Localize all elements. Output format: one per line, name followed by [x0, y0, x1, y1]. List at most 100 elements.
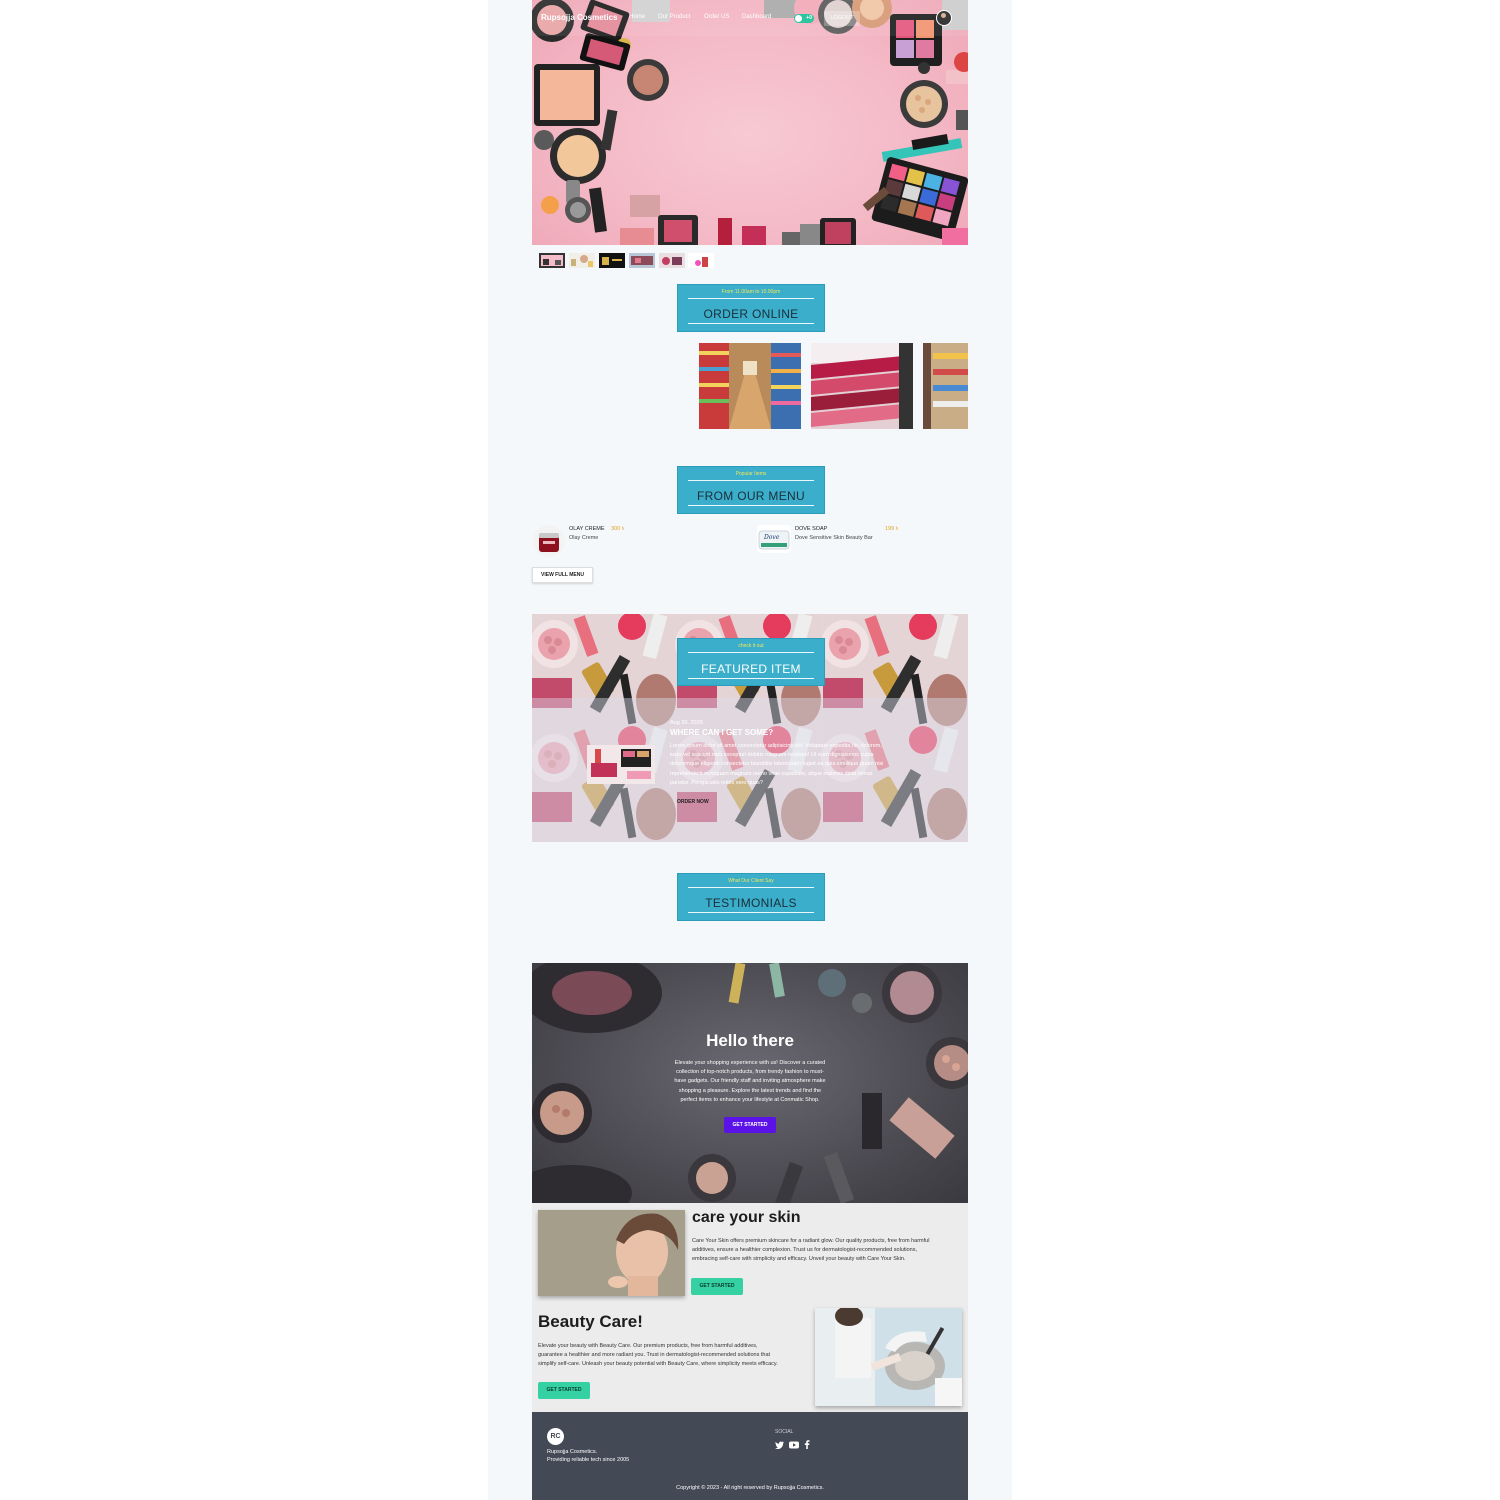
care-image [538, 1210, 685, 1296]
dove-soap-image: Dove [758, 530, 790, 550]
menu-heading: Popular Items FROM OUR MENU [677, 466, 825, 514]
divider [688, 505, 814, 506]
brand-logo-text[interactable]: Rupsojja Cosmetics [541, 13, 617, 22]
order-online-heading: From 11.00am to 10.00pm ORDER ONLINE [677, 284, 825, 332]
featured-date: Aug 20, 2029 [670, 720, 703, 726]
cosmetics-shelf-image [811, 343, 913, 429]
page-content: Rupsojja Cosmetics Home Our Product Orde… [532, 0, 968, 1500]
beauty-get-started-button[interactable]: GET STARTED [538, 1382, 590, 1399]
thumb-image [631, 256, 653, 265]
shop-image-2 [811, 343, 913, 429]
care-body-line: additives, ensure a healthier complexion… [692, 1247, 918, 1254]
care-body-line: Care Your Skin offers premium skincare f… [692, 1238, 930, 1244]
featured-body-line: reprehenderit numquam magnam nemo vitae … [670, 770, 873, 777]
hello-body-line: have gadgets. Our friendly staff and inv… [674, 1078, 826, 1085]
featured-subtitle: check it out [738, 643, 764, 649]
beauty-care-section: Beauty Care! Elevate your beauty with Be… [532, 1308, 968, 1412]
featured-body: Lorem ipsum dolor sit amet consectetur a… [670, 742, 920, 788]
thumb-image [602, 257, 622, 265]
care-title: care your skin [692, 1209, 801, 1226]
shop-aisle-image [699, 343, 801, 429]
nav-link-our-product[interactable]: Our Product [658, 14, 690, 20]
view-full-menu-button[interactable]: VIEW FULL MENU [532, 567, 593, 583]
menu-item-image-dove: Dove [757, 525, 791, 553]
featured-item-image [587, 745, 655, 784]
nav-link-dashboard[interactable]: Dashboard [742, 14, 771, 20]
carousel-thumb-2[interactable] [569, 253, 595, 268]
testimonials-heading: What Our Client Say TESTIMONIALS [677, 873, 825, 921]
care-body: Care Your Skin offers premium skincare f… [692, 1237, 929, 1265]
featured-body-line: Lorem ipsum dolor sit amet consectetur a… [670, 743, 882, 749]
facebook-icon[interactable] [804, 1440, 810, 1449]
hello-body-line: perfect items to enhance your lifestyle … [680, 1096, 820, 1103]
divider [688, 480, 814, 481]
cart-toggle[interactable]: +0 [794, 14, 814, 23]
footer-logo: RC [547, 1428, 564, 1445]
makeup-set-image [587, 745, 655, 784]
beauty-body: Elevate your beauty with Beauty Care. Ou… [538, 1342, 778, 1370]
twitter-icon[interactable] [775, 1441, 784, 1449]
toggle-knob [795, 15, 802, 22]
carousel-thumb-5[interactable] [659, 253, 685, 268]
carousel-thumb-6[interactable] [688, 253, 714, 268]
divider [688, 323, 814, 324]
section-title: ORDER ONLINE [703, 307, 799, 321]
user-avatar[interactable] [936, 10, 952, 26]
menu-subtitle: Popular Items [735, 471, 767, 477]
hello-body-line: shopping a pleasure. Explore the latest … [678, 1087, 822, 1094]
order-now-button[interactable]: ORDER NOW [677, 799, 709, 805]
youtube-icon[interactable] [789, 1441, 799, 1449]
divider [688, 887, 814, 888]
hello-title: Hello there [706, 1031, 794, 1050]
nav-link-home[interactable]: Home [629, 14, 645, 20]
section-title: TESTIMONIALS [705, 896, 797, 910]
menu-item-image-olay [533, 525, 565, 557]
hello-hero: Hello there Elevate your shopping experi… [532, 963, 968, 1203]
divider [688, 912, 814, 913]
thumb-image [543, 259, 561, 265]
footer-company: Rupsojja Cosmetics. [547, 1449, 598, 1455]
featured-body-line: pariatur. Perspiciatis nobis vero quas? [670, 779, 763, 786]
featured-body-line: doloremque eligendi consectetur blanditi… [670, 761, 884, 768]
menu-item-price: 199 ৳ [885, 526, 899, 532]
thumb-image [695, 257, 708, 267]
featured-body-line: iusto vel suscipit nam excepturi debitis… [670, 752, 874, 759]
divider [688, 652, 814, 653]
section-title: FROM OUR MENU [697, 489, 805, 503]
thumb-image [662, 257, 682, 265]
shop-image-1 [699, 343, 801, 429]
footer-tagline: Providing reliable tech since 2005 [547, 1457, 630, 1463]
hello-body: Elevate your shopping experience with us… [532, 1059, 968, 1105]
menu-item-desc: Dove Sensitive Skin Beauty Bar [795, 535, 873, 541]
beauty-title: Beauty Care! [538, 1312, 643, 1331]
shop-image-3 [923, 343, 968, 429]
hello-body-line: Elevate your shopping experience with us… [674, 1060, 826, 1066]
nav-link-order-us[interactable]: Order US [704, 14, 729, 20]
carousel-thumb-3[interactable] [599, 253, 625, 268]
olay-jar-image [539, 533, 559, 552]
thumb-image [571, 255, 593, 267]
menu-item-name: DOVE SOAP [795, 526, 828, 532]
beauty-body-line: simplify self-care. Unleash your beauty … [538, 1361, 778, 1368]
featured-heading: WHERE CAN I GET SOME? [670, 728, 774, 737]
facial-treatment-image [815, 1308, 962, 1406]
carousel-thumb-1[interactable] [539, 253, 565, 268]
shop-shelf-image [923, 343, 968, 429]
hero-carousel: Rupsojja Cosmetics Home Our Product Orde… [532, 0, 968, 245]
order-hours: From 11.00am to 10.00pm [721, 289, 781, 295]
carousel-thumb-4[interactable] [629, 253, 655, 268]
footer-copyright: Copyright © 2023 - All right reserved by… [676, 1485, 824, 1491]
beauty-body-line: guarantee a healthier and more radiant y… [538, 1352, 771, 1359]
care-get-started-button[interactable]: GET STARTED [691, 1278, 743, 1295]
cart-count: +0 [806, 15, 812, 21]
care-body-line: embracing self-care with simplicity and … [692, 1256, 906, 1263]
testimonials-subtitle: What Our Client Say [728, 878, 774, 884]
divider [688, 298, 814, 299]
logout-button[interactable]: LOGOUT [824, 11, 860, 26]
navbar: Rupsojja Cosmetics Home Our Product Orde… [532, 0, 968, 36]
svg-text:Dove: Dove [763, 534, 780, 541]
woman-portrait-image [538, 1210, 685, 1296]
section-title: FEATURED ITEM [701, 662, 801, 676]
hello-get-started-button[interactable]: GET STARTED [724, 1117, 776, 1133]
care-your-skin-section: care your skin Care Your Skin offers pre… [532, 1203, 968, 1308]
